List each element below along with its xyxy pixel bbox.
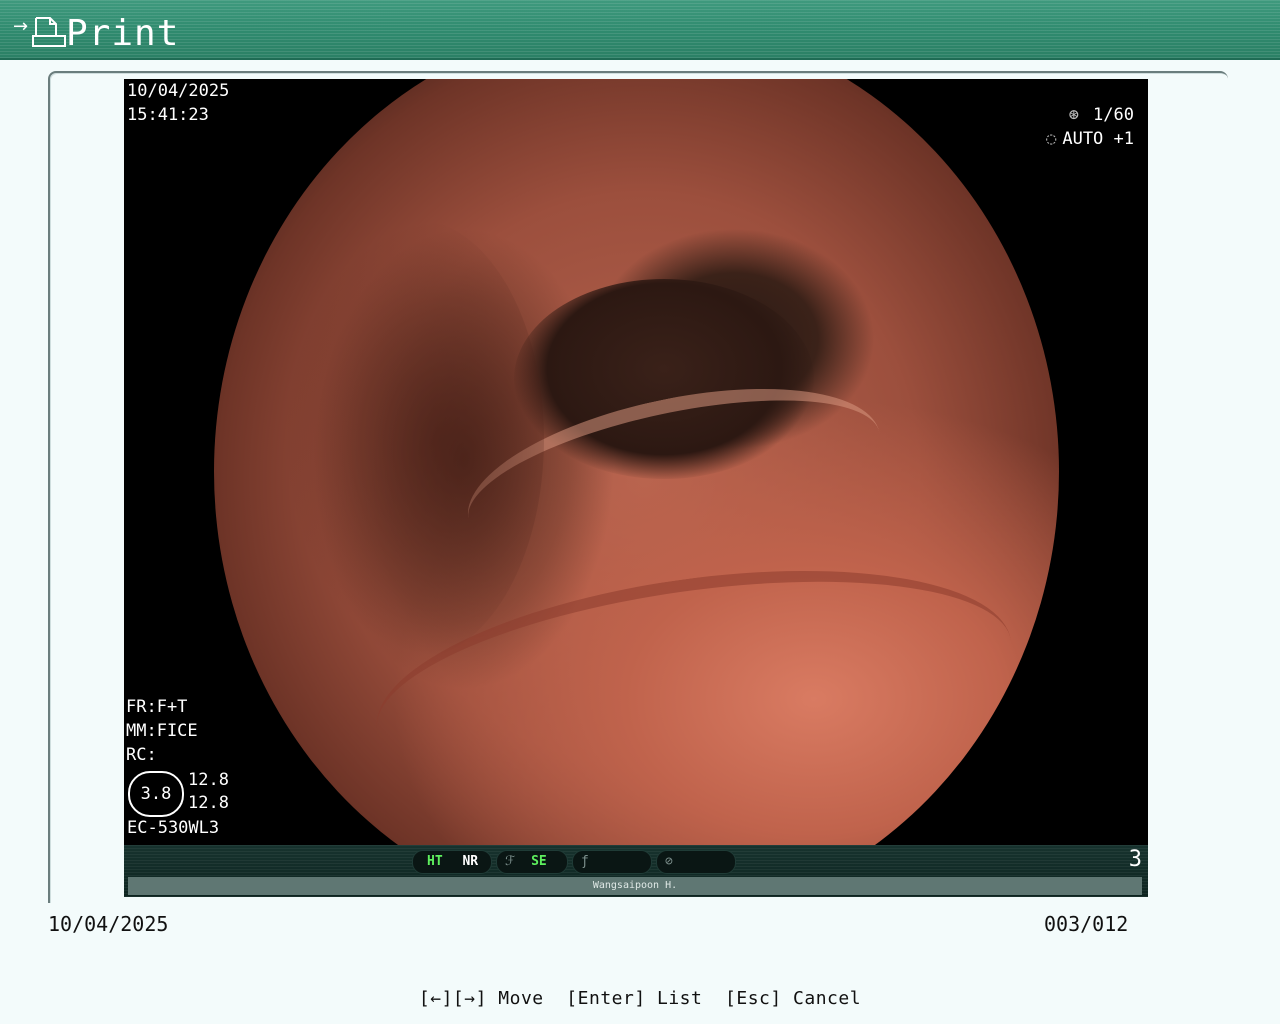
print-document-icon <box>32 17 66 47</box>
fr-setting: FR:F+T <box>126 697 188 717</box>
page-title: Print <box>66 13 180 54</box>
capture-datetime: 10/04/2025 15:41:23 <box>127 79 229 127</box>
endoscope-view <box>214 79 1059 897</box>
scale-badge: 3.8 <box>128 771 184 817</box>
ht-nr-indicator: HT NR <box>412 850 492 874</box>
se-indicator: ℱ SE <box>496 850 568 874</box>
nr-label: NR <box>462 854 479 869</box>
capture-date: 10/04/2025 <box>127 81 230 101</box>
scale-bottom: 12.8 <box>188 793 229 813</box>
image-counter: 003/012 <box>1044 912 1129 936</box>
rc-setting: RC: <box>126 745 157 765</box>
se-label: SE <box>531 854 547 869</box>
scale-top: 12.8 <box>188 770 229 790</box>
mode-indicator: ⊘ <box>656 850 736 874</box>
shutter-speed: 1/60 <box>1093 105 1134 125</box>
status-bar: HT NR ℱ SE ƒ ⊘ 3 Wangsaipoon H. <box>124 845 1148 897</box>
scale-values: 12.8 12.8 <box>188 769 229 815</box>
capture-time: 15:41:23 <box>127 105 209 125</box>
header-bar: → Print <box>0 0 1280 60</box>
processor-settings: FR:F+T MM:FICE RC: <box>126 695 198 767</box>
ht-label: HT <box>427 854 443 869</box>
iris-mode: AUTO +1 <box>1062 129 1134 149</box>
scope-model: EC-530WL3 <box>127 818 220 838</box>
mode-icon: ⊘ <box>665 854 673 869</box>
exposure-info: ⊛ 1/60 ◌ AUTO +1 <box>1046 103 1134 151</box>
keyboard-help: [←][→] Move [Enter] List [Esc] Cancel <box>418 988 862 1009</box>
structure-icon: ℱ <box>505 854 516 869</box>
operator-name: Wangsaipoon H. <box>128 877 1142 895</box>
iris-icon: ◌ <box>1046 129 1057 149</box>
function-indicator: ƒ <box>572 850 652 874</box>
endoscopy-image: 10/04/2025 15:41:23 ⊛ 1/60 ◌ AUTO +1 FR:F+… <box>124 79 1148 897</box>
shutter-icon: ⊛ <box>1068 105 1080 125</box>
image-page-number: 3 <box>1128 847 1142 872</box>
mm-setting: MM:FICE <box>126 721 198 741</box>
arrow-right-icon: → <box>13 16 29 37</box>
footer-date: 10/04/2025 <box>48 912 169 936</box>
function-icon: ƒ <box>581 854 589 869</box>
